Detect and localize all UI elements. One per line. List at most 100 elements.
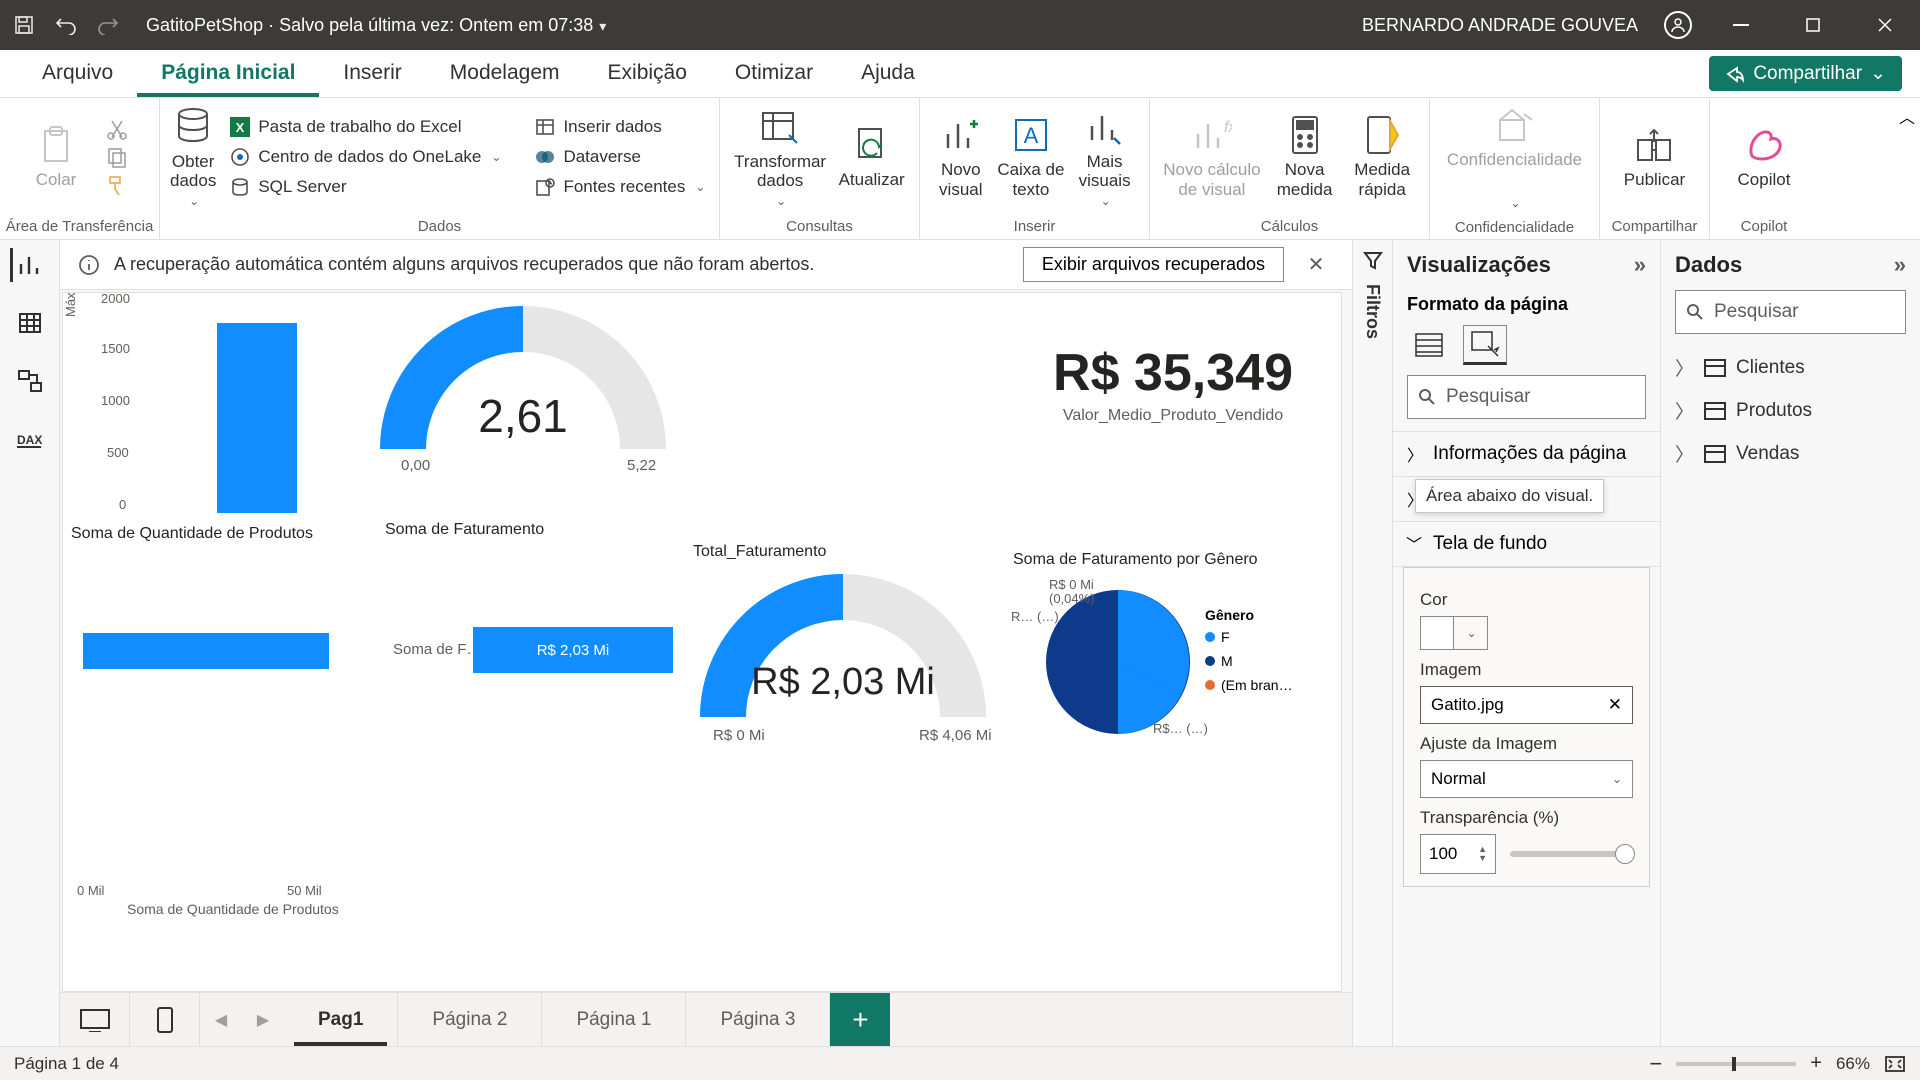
new-visual-button[interactable]: Novo visual (930, 114, 992, 199)
chart-icon (940, 114, 982, 156)
page-tab-2[interactable]: Página 1 (542, 993, 686, 1046)
acc-canvas-settings[interactable]: 〉x Área abaixo do visual. (1393, 476, 1660, 521)
report-view-icon[interactable] (10, 248, 44, 282)
clipboard-small-buttons (106, 118, 128, 196)
close-button[interactable] (1862, 0, 1908, 50)
color-picker[interactable]: ⌄ (1420, 616, 1633, 650)
enter-data-button[interactable]: Inserir dados (531, 115, 709, 139)
more-visuals-button[interactable]: Mais visuais⌄ (1070, 106, 1139, 209)
page-tab-0[interactable]: Pag1 (284, 993, 398, 1046)
page-tab-3[interactable]: Página 3 (686, 993, 830, 1046)
image-fit-select[interactable]: Normal⌄ (1420, 760, 1633, 798)
publish-button[interactable]: Publicar (1610, 124, 1699, 190)
doc-dropdown-icon[interactable]: ▾ (599, 18, 606, 34)
copilot-icon (1743, 124, 1785, 166)
fit-label: Ajuste da Imagem (1420, 734, 1633, 754)
transparency-slider[interactable] (1510, 851, 1633, 857)
clear-image-icon[interactable]: ✕ (1608, 695, 1622, 715)
close-info-button[interactable]: ✕ (1298, 252, 1334, 277)
data-table-produtos[interactable]: 〉Produtos (1661, 389, 1920, 432)
save-state: Salvo pela última vez: Ontem em 07:38 (279, 15, 593, 35)
undo-icon[interactable] (54, 13, 78, 37)
svg-text:A: A (1024, 123, 1039, 148)
textbox-button[interactable]: A Caixa de texto (996, 114, 1067, 199)
legend-title: Gênero (1205, 607, 1293, 623)
data-table-vendas[interactable]: 〉Vendas (1661, 432, 1920, 475)
desktop-layout-icon[interactable] (60, 993, 130, 1046)
maximize-button[interactable] (1790, 0, 1836, 50)
left-view-rail: DAX (0, 240, 60, 1046)
new-measure-button[interactable]: Nova medida (1268, 114, 1342, 199)
table-view-icon[interactable] (13, 306, 47, 340)
zoom-out-button[interactable]: − (1649, 1051, 1662, 1077)
report-canvas[interactable]: Máximo de Contagem de ID Consu… 2000 150… (62, 292, 1342, 992)
refresh-button[interactable]: Atualizar (834, 124, 909, 190)
zoom-in-button[interactable]: + (1810, 1052, 1822, 1075)
get-data-button[interactable]: Obter dados⌄ (170, 106, 216, 209)
kpi-subtitle: Valor_Medio_Produto_Vendido (993, 407, 1342, 425)
group-label-queries: Consultas (720, 216, 919, 239)
tab-modelagem[interactable]: Modelagem (426, 51, 584, 97)
tooltip: Área abaixo do visual. (1415, 479, 1604, 513)
tab-inserir[interactable]: Inserir (319, 51, 425, 97)
textbox-icon: A (1010, 114, 1052, 156)
collapse-viz-icon[interactable]: » (1634, 252, 1646, 278)
transform-data-button[interactable]: Transformar dados⌄ (730, 106, 830, 209)
dataverse-button[interactable]: Dataverse (531, 145, 709, 169)
copilot-button[interactable]: Copilot (1720, 124, 1808, 190)
minimize-button[interactable] (1718, 0, 1764, 50)
filters-pane-collapsed[interactable]: Filtros (1352, 240, 1392, 1046)
acc-page-info[interactable]: 〉Informações da página (1393, 431, 1660, 476)
redo-icon[interactable] (96, 13, 120, 37)
cut-icon[interactable] (106, 118, 128, 140)
add-page-button[interactable]: + (830, 993, 890, 1046)
legend-item: M (1205, 653, 1293, 669)
kpi-value: R$ 35,349 (993, 343, 1342, 403)
format-painter-icon[interactable] (106, 174, 128, 196)
page-prev-icon[interactable]: ◀ (200, 993, 242, 1046)
table-icon (1704, 402, 1726, 420)
collapse-data-icon[interactable]: » (1894, 252, 1906, 278)
quick-measure-button[interactable]: Medida rápida (1345, 114, 1419, 199)
save-icon[interactable] (12, 13, 36, 37)
format-page-button[interactable] (1407, 325, 1451, 365)
transparency-label: Transparência (%) (1420, 808, 1633, 828)
group-label-clipboard: Área de Transferência (0, 216, 159, 239)
viz-search-input[interactable]: Pesquisar (1407, 375, 1646, 419)
excel-source-button[interactable]: XPasta de trabalho do Excel (226, 115, 505, 139)
copy-icon[interactable] (106, 146, 128, 168)
model-view-icon[interactable] (13, 364, 47, 398)
tab-otimizar[interactable]: Otimizar (711, 51, 837, 97)
image-file-input[interactable]: Gatito.jpg✕ (1420, 686, 1633, 724)
zoom-slider[interactable] (1676, 1062, 1796, 1066)
legend-item: (Em bran… (1205, 677, 1293, 693)
doc-name: GatitoPetShop (146, 15, 263, 35)
data-table-clientes[interactable]: 〉Clientes (1661, 346, 1920, 389)
show-recovered-button[interactable]: Exibir arquivos recuperados (1023, 247, 1284, 282)
quick-measure-icon (1361, 114, 1403, 156)
page-tab-1[interactable]: Página 2 (398, 993, 542, 1046)
dax-view-icon[interactable]: DAX (13, 422, 47, 456)
svg-text:X: X (236, 120, 245, 135)
tab-pagina-inicial[interactable]: Página Inicial (137, 51, 319, 97)
transparency-input[interactable]: 100▲▼ (1420, 834, 1496, 874)
acc-background[interactable]: 〉Tela de fundo (1393, 521, 1660, 567)
info-icon (78, 254, 100, 276)
user-avatar-icon[interactable] (1664, 11, 1692, 39)
table-icon (1704, 359, 1726, 377)
data-search-input[interactable]: Pesquisar (1675, 290, 1906, 334)
format-visual-button[interactable] (1463, 325, 1507, 365)
mobile-layout-icon[interactable] (130, 993, 200, 1046)
page-next-icon[interactable]: ▶ (242, 993, 284, 1046)
tab-arquivo[interactable]: Arquivo (18, 51, 137, 97)
collapse-ribbon-icon[interactable]: ︿ (1894, 98, 1920, 239)
paste-button: Colar (10, 124, 102, 190)
sql-server-button[interactable]: SQL Server (226, 175, 505, 199)
onelake-button[interactable]: Centro de dados do OneLake⌄ (226, 145, 505, 169)
tab-ajuda[interactable]: Ajuda (837, 51, 939, 97)
tab-exibicao[interactable]: Exibição (584, 51, 711, 97)
recent-sources-button[interactable]: Fontes recentes⌄ (531, 175, 709, 199)
svg-text:fx: fx (1224, 119, 1232, 136)
fit-to-page-icon[interactable] (1884, 1055, 1906, 1073)
share-button[interactable]: Compartilhar ⌄ (1709, 56, 1902, 91)
